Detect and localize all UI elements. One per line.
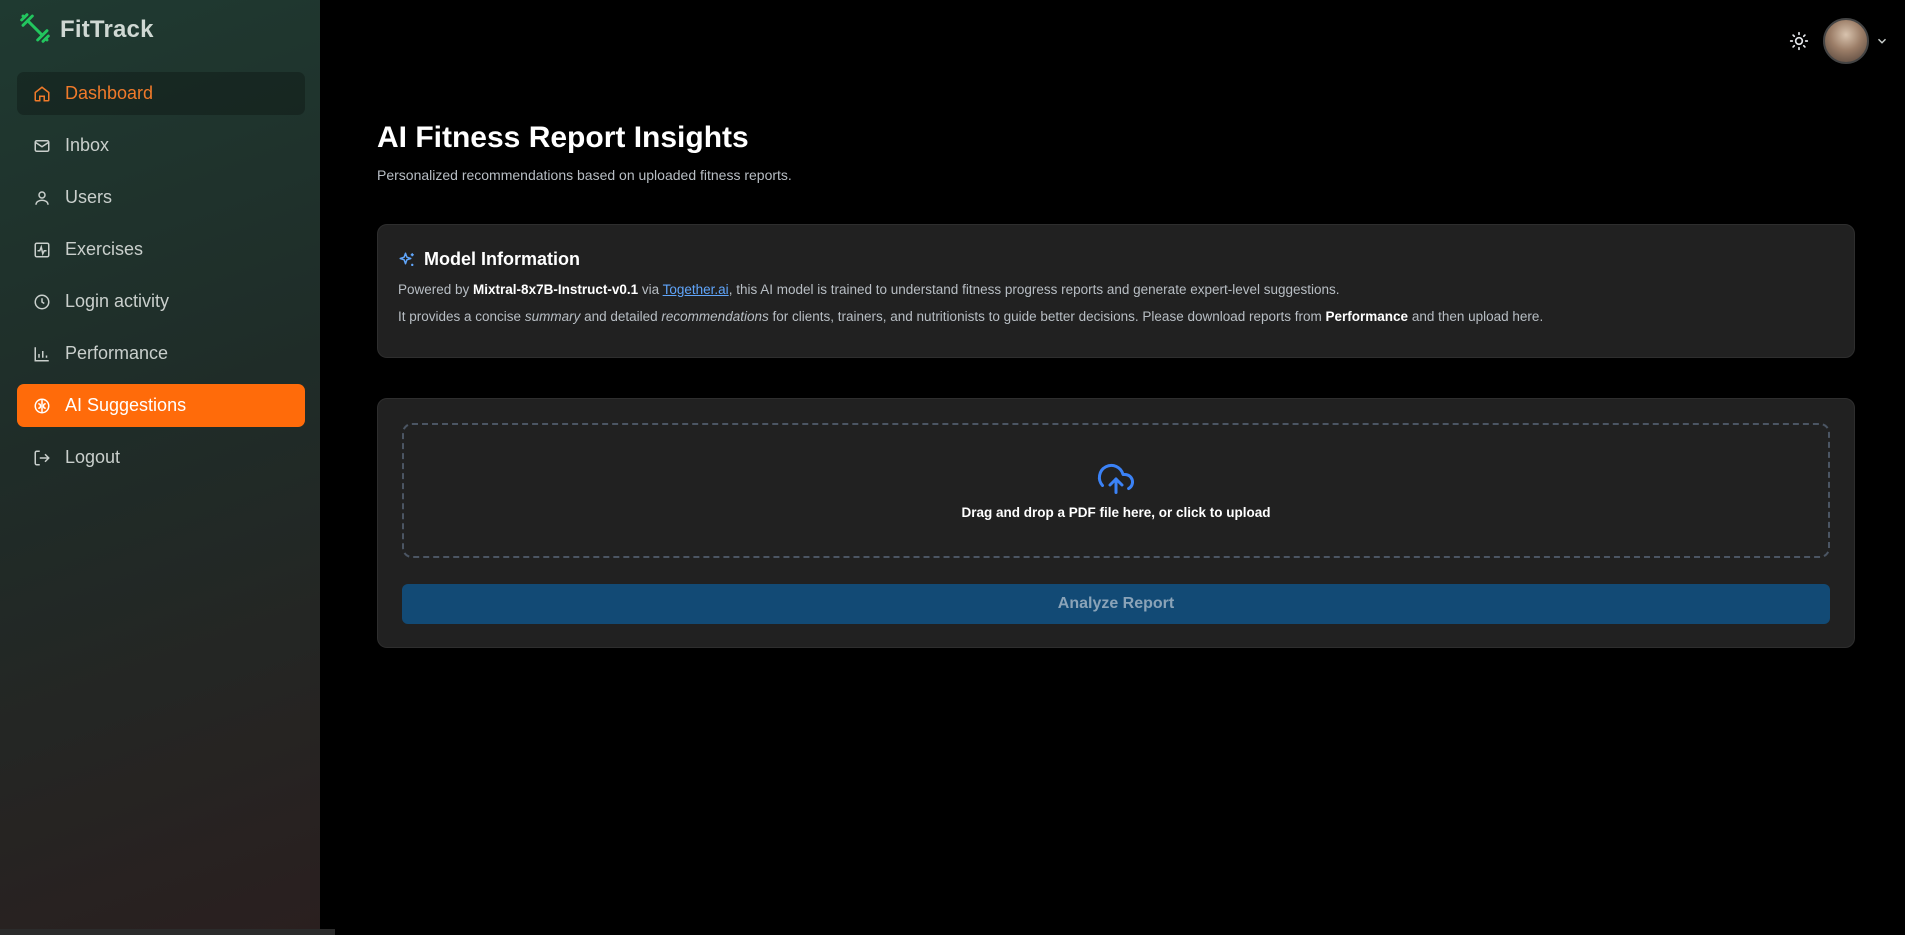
horizontal-scrollbar[interactable] — [0, 929, 335, 935]
mail-icon — [33, 137, 51, 155]
sidebar-item-inbox[interactable]: Inbox — [17, 124, 305, 167]
text: and detailed — [580, 309, 662, 324]
text: , this AI model is trained to understand… — [728, 282, 1340, 297]
sidebar-item-logout[interactable]: Logout — [17, 436, 305, 479]
text: Powered by — [398, 282, 474, 297]
text: It provides a concise — [398, 309, 525, 324]
upload-card: Drag and drop a PDF file here, or click … — [377, 398, 1855, 648]
user-icon — [33, 189, 51, 207]
sidebar-item-dashboard[interactable]: Dashboard — [17, 72, 305, 115]
bar-chart-icon — [33, 345, 51, 363]
upload-cloud-icon — [1096, 461, 1136, 497]
emphasis: summary — [524, 309, 581, 324]
sparkles-icon — [398, 251, 416, 269]
logout-icon — [33, 449, 51, 467]
sidebar: FitTrack Dashboard Inbox Users Exercises — [0, 0, 335, 935]
topbar-controls — [1789, 18, 1889, 64]
brand[interactable]: FitTrack — [18, 12, 154, 48]
dropzone-text: Drag and drop a PDF file here, or click … — [961, 505, 1271, 520]
model-info-line-1: Powered by Mixtral-8x7B-Instruct-v0.1 vi… — [398, 282, 1834, 297]
emphasis: recommendations — [661, 309, 769, 324]
page-title: AI Fitness Report Insights — [377, 121, 749, 154]
clock-icon — [33, 293, 51, 311]
brand-name: FitTrack — [60, 16, 154, 43]
user-menu[interactable] — [1823, 18, 1889, 64]
sidebar-item-ai-suggestions[interactable]: AI Suggestions — [17, 384, 305, 427]
sidebar-nav: Dashboard Inbox Users Exercises Login ac… — [17, 72, 305, 488]
page-subtitle: Personalized recommendations based on up… — [377, 167, 792, 183]
sidebar-item-label: Login activity — [65, 291, 170, 311]
sidebar-item-label: Logout — [65, 447, 121, 467]
text: for clients, trainers, and nutritionists… — [768, 309, 1326, 324]
avatar[interactable] — [1823, 18, 1869, 64]
model-info-title: Model Information — [424, 249, 580, 269]
sidebar-item-label: AI Suggestions — [65, 395, 187, 415]
sun-icon[interactable] — [1789, 31, 1809, 51]
model-info-heading: Model Information — [398, 249, 1834, 270]
text: and then upload here. — [1408, 309, 1544, 324]
home-icon — [33, 85, 51, 103]
sidebar-item-label: Inbox — [65, 135, 110, 155]
dumbbell-icon — [18, 12, 52, 49]
sidebar-item-performance[interactable]: Performance — [17, 332, 305, 375]
sidebar-item-login-activity[interactable]: Login activity — [17, 280, 305, 323]
pdf-dropzone[interactable]: Drag and drop a PDF file here, or click … — [402, 423, 1830, 558]
sidebar-item-users[interactable]: Users — [17, 176, 305, 219]
sidebar-item-label: Exercises — [65, 239, 144, 259]
sidebar-item-label: Performance — [65, 343, 169, 363]
performance-reference: Performance — [1325, 309, 1409, 324]
analyze-report-button[interactable]: Analyze Report — [402, 584, 1830, 624]
sidebar-item-exercises[interactable]: Exercises — [17, 228, 305, 271]
together-ai-link[interactable]: Together.ai — [663, 282, 729, 297]
model-info-line-2: It provides a concise summary and detail… — [398, 309, 1834, 324]
brain-icon — [33, 397, 51, 415]
sidebar-item-label: Dashboard — [65, 83, 154, 103]
text: via — [638, 282, 663, 297]
chevron-down-icon[interactable] — [1875, 34, 1889, 48]
sidebar-item-label: Users — [65, 187, 113, 207]
model-name: Mixtral-8x7B-Instruct-v0.1 — [473, 282, 639, 297]
model-info-card: Model Information Powered by Mixtral-8x7… — [377, 224, 1855, 358]
activity-icon — [33, 241, 51, 259]
